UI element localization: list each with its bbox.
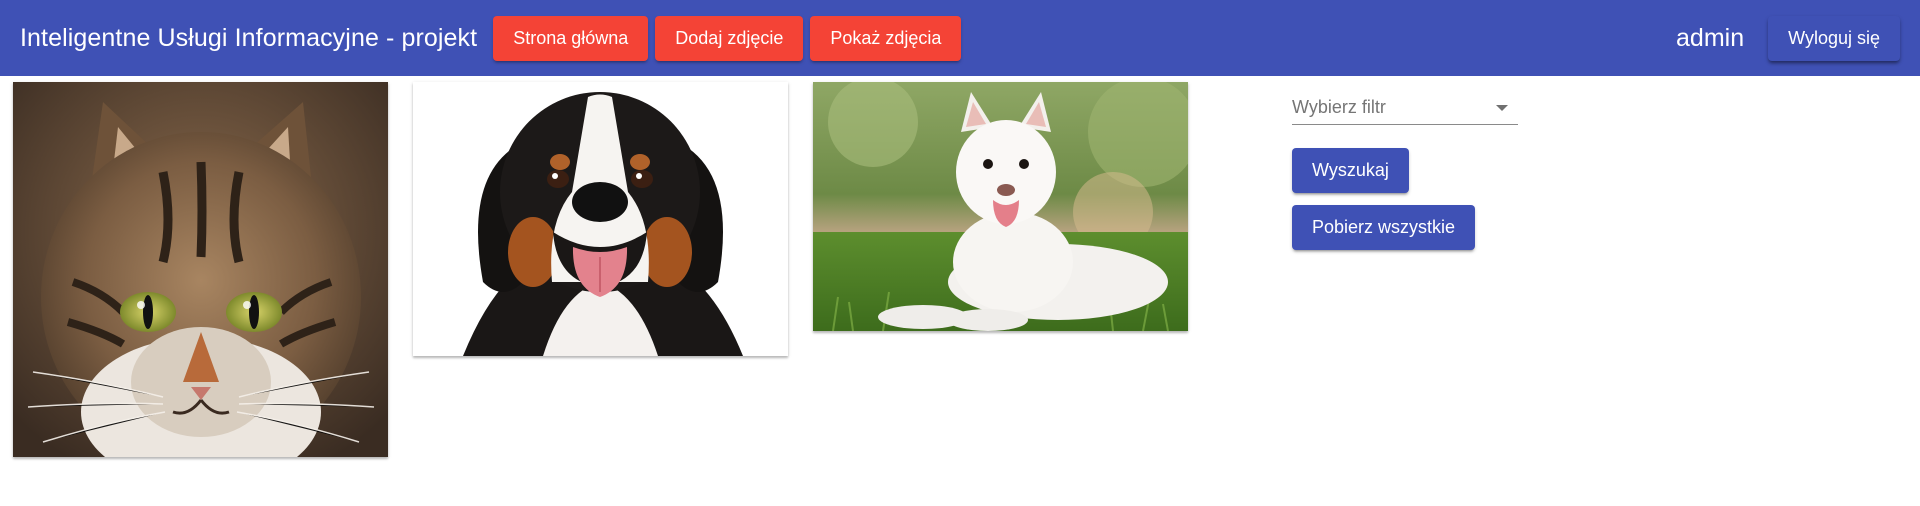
photo-cat[interactable]: [13, 82, 388, 457]
fetch-all-button[interactable]: Pobierz wszystkie: [1292, 205, 1476, 250]
photo-white-dog[interactable]: [813, 82, 1188, 331]
logout-button[interactable]: Wyloguj się: [1768, 15, 1900, 61]
cat-image: [13, 82, 388, 457]
app-title: Inteligentne Usługi Informacyjne - proje…: [20, 23, 478, 52]
filter-panel: Wybierz filtr Wyszukaj Pobierz wszystkie: [1292, 88, 1518, 250]
filter-select[interactable]: Wybierz filtr: [1292, 88, 1518, 125]
show-photos-button[interactable]: Pokaż zdjęcia: [810, 15, 962, 61]
add-photo-button[interactable]: Dodaj zdjęcie: [655, 15, 804, 61]
photo-bernese-dog[interactable]: [413, 82, 788, 356]
search-button[interactable]: Wyszukaj: [1292, 148, 1409, 193]
white-dog-image: [813, 82, 1188, 331]
top-toolbar: Inteligentne Usługi Informacyjne - proje…: [0, 0, 1920, 76]
username-label: admin: [1676, 23, 1745, 52]
bernese-dog-image: [413, 82, 788, 356]
home-button[interactable]: Strona główna: [493, 15, 649, 61]
dropdown-arrow-icon: [1496, 105, 1508, 111]
filter-select-placeholder: Wybierz filtr: [1292, 97, 1386, 117]
